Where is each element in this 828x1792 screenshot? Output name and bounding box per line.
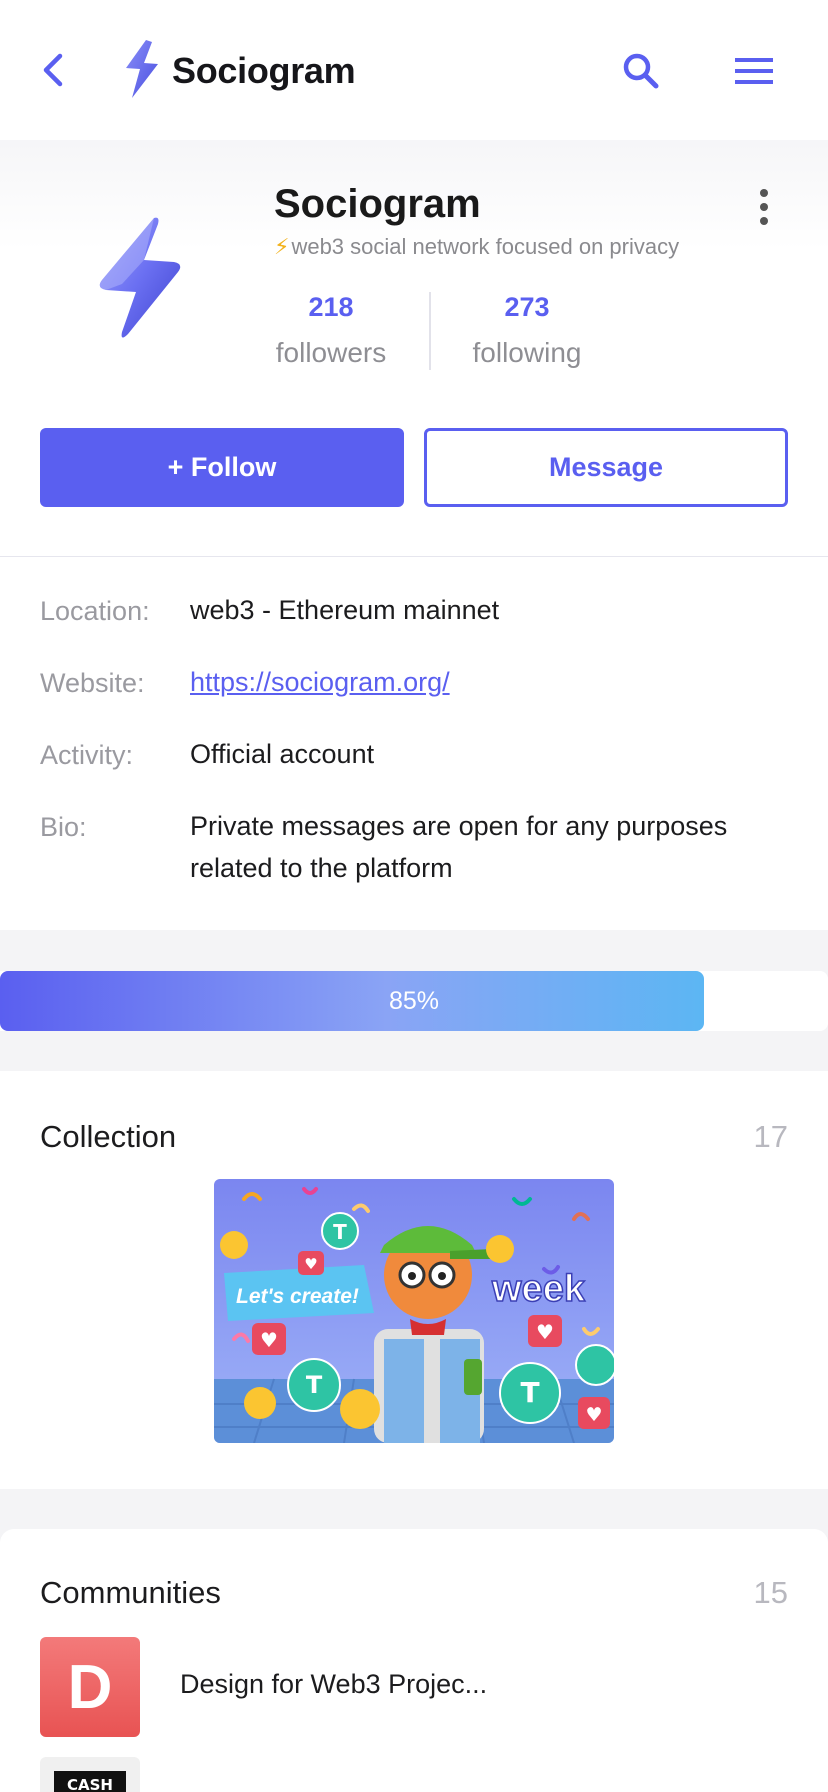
activity-value: Official account — [190, 739, 375, 769]
profile-info: Location: web3 - Ethereum mainnet Websit… — [0, 556, 828, 930]
communities-count: 15 — [753, 1575, 788, 1610]
community-logo-text: CASH — [54, 1771, 126, 1792]
profile-tagline: ⚡web3 social network focused on privacy — [274, 234, 679, 260]
website-label: Website: — [40, 668, 145, 698]
community-logo[interactable]: CASH — [40, 1757, 140, 1792]
svg-text:♥: ♥ — [260, 1328, 278, 1352]
menu-button[interactable] — [726, 44, 782, 98]
collection-section: Collection 17 Let's create! week T T T ♥… — [0, 1071, 828, 1489]
lightning-emoji-icon: ⚡ — [274, 234, 290, 259]
chevron-left-icon — [43, 53, 63, 87]
profile-name: Sociogram — [274, 182, 481, 226]
cat-character — [374, 1226, 492, 1443]
svg-text:♥: ♥ — [585, 1404, 602, 1426]
community-name[interactable]: Design for Web3 Projec... — [180, 1669, 487, 1700]
progress-bar: 85% — [0, 971, 828, 1031]
profile-card: Sociogram ⚡web3 social network focused o… — [0, 140, 828, 556]
following-count: 273 — [504, 292, 550, 322]
activity-label: Activity: — [40, 740, 134, 770]
svg-text:T: T — [520, 1376, 539, 1409]
app-title: Sociogram — [172, 50, 356, 91]
collection-artwork: Let's create! week T T T ♥ ♥ ♥ ♥ — [214, 1179, 614, 1443]
followers-label: followers — [275, 337, 387, 368]
collection-item-image[interactable]: Let's create! week T T T ♥ ♥ ♥ ♥ — [214, 1179, 614, 1443]
search-icon — [623, 53, 659, 89]
bio-label: Bio: — [40, 812, 87, 842]
location-value: web3 - Ethereum mainnet — [190, 595, 500, 625]
progress-label: 85% — [388, 986, 440, 1015]
banner-text-left: Let's create! — [236, 1285, 359, 1308]
stat-divider — [429, 292, 431, 370]
svg-text:T: T — [306, 1371, 323, 1399]
follow-button[interactable]: + Follow — [40, 428, 404, 507]
hamburger-menu-icon — [735, 58, 773, 84]
kebab-dot — [760, 203, 768, 211]
profile-avatar — [99, 217, 181, 338]
tagline-text: web3 social network focused on privacy — [291, 234, 680, 259]
location-label: Location: — [40, 596, 150, 626]
banner-text-right: week — [491, 1268, 586, 1310]
bio-value: Private messages are open for any purpos… — [190, 811, 728, 883]
website-link[interactable]: https://sociogram.org/ — [190, 667, 450, 697]
svg-text:♥: ♥ — [536, 1320, 554, 1344]
back-button[interactable] — [30, 44, 74, 96]
communities-section: Communities 15 D Design for Web3 Projec.… — [0, 1529, 828, 1792]
kebab-dot — [760, 217, 768, 225]
collection-title: Collection — [40, 1119, 177, 1154]
top-bar: Sociogram — [0, 0, 828, 140]
svg-text:♥: ♥ — [304, 1255, 317, 1273]
following-stat[interactable]: 273 following — [452, 292, 602, 369]
followers-stat[interactable]: 218 followers — [256, 292, 406, 369]
following-label: following — [472, 337, 582, 368]
communities-title: Communities — [40, 1575, 221, 1610]
kebab-dot — [760, 189, 768, 197]
svg-text:T: T — [333, 1220, 347, 1244]
community-logo[interactable]: D — [40, 1637, 140, 1737]
followers-count: 218 — [308, 292, 354, 322]
collection-count: 17 — [753, 1119, 788, 1154]
website-value: https://sociogram.org/ — [190, 661, 790, 703]
message-button[interactable]: Message — [424, 428, 788, 507]
more-options-button[interactable] — [744, 184, 784, 230]
lightning-logo-icon — [126, 40, 158, 98]
search-button[interactable] — [614, 44, 668, 98]
